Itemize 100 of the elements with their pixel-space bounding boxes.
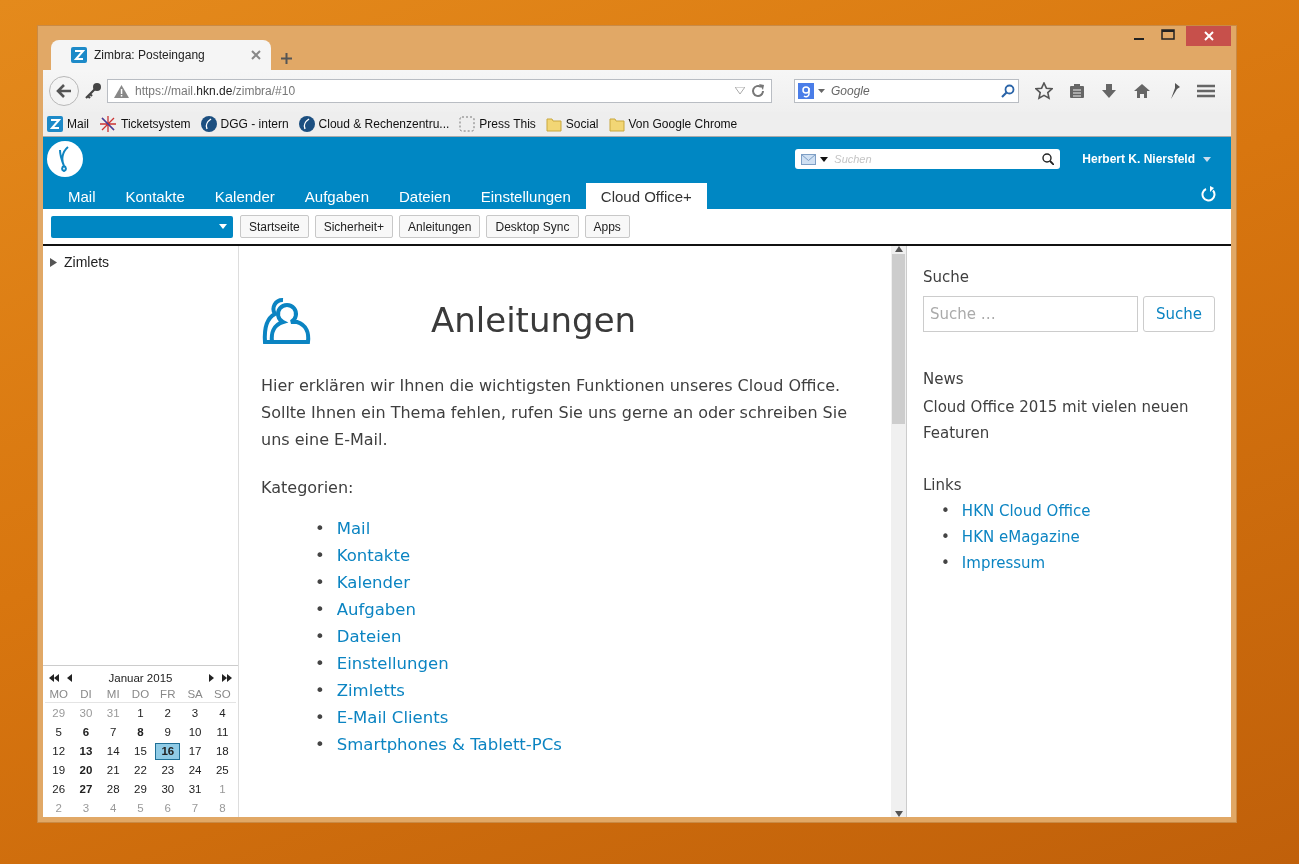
calendar-day[interactable]: 21 (100, 762, 126, 779)
calendar-day[interactable]: 17 (182, 743, 208, 760)
calendar-day[interactable]: 30 (155, 781, 181, 798)
search-button[interactable]: Suche (1143, 296, 1215, 332)
logo-icon[interactable] (47, 141, 83, 177)
zimbra-icon (47, 116, 63, 132)
nav-tab[interactable]: Kalender (199, 183, 290, 209)
caret-icon (820, 156, 829, 162)
calendar-day[interactable]: 15 (127, 743, 154, 760)
nav-tab[interactable]: Mail (53, 183, 111, 209)
nav-tab[interactable]: Dateien (384, 183, 466, 209)
scrollbar[interactable] (891, 246, 906, 817)
close-button[interactable] (1186, 26, 1231, 46)
warning-icon (114, 84, 129, 98)
google-icon (798, 83, 814, 99)
calendar-day[interactable]: 20 (73, 762, 99, 779)
down-arrow-icon[interactable] (894, 811, 903, 817)
tree-item[interactable]: Zimlets (43, 246, 238, 278)
calendar-day[interactable]: 16 (155, 743, 181, 760)
calendar-day[interactable]: 27 (73, 781, 99, 798)
close-icon[interactable] (251, 50, 261, 60)
calendar-day[interactable]: 19 (46, 762, 72, 779)
calendar-day[interactable]: 23 (155, 762, 181, 779)
category-link[interactable]: Kalender (336, 569, 410, 596)
left-icon[interactable] (67, 674, 72, 682)
weekday-label: MO (45, 688, 73, 703)
home-icon[interactable] (1133, 83, 1151, 99)
bookmark[interactable]: DGG - intern (200, 116, 289, 132)
category-link[interactable]: Aufgaben (336, 596, 416, 623)
user-menu[interactable]: Herbert K. Niersfeld (1082, 152, 1211, 166)
calendar-day[interactable]: 10 (182, 724, 208, 741)
collapsed-triangle-icon[interactable] (49, 257, 58, 267)
calendar-day[interactable]: 11 (209, 724, 235, 741)
search-field[interactable]: Suche … (923, 296, 1138, 332)
calendar-day[interactable]: 5 (46, 724, 72, 741)
search-bar[interactable]: Google (794, 79, 1019, 103)
double-right-icon[interactable] (222, 674, 232, 682)
reload-icon[interactable] (751, 84, 765, 98)
category-link[interactable]: Smartphones & Tablett-PCs (336, 731, 562, 758)
calendar-day[interactable]: 9 (155, 724, 181, 741)
browser-tab[interactable]: Zimbra: Posteingang (51, 40, 271, 70)
calendar-day[interactable]: 1 (127, 705, 154, 722)
toolbar-button[interactable]: Apps (584, 215, 630, 238)
clipboard-icon[interactable] (1069, 83, 1085, 99)
category-link[interactable]: Einstellungen (336, 650, 449, 677)
nav-tab[interactable]: Cloud Office+ (585, 183, 707, 209)
calendar-day[interactable]: 8 (127, 724, 154, 741)
sidebar-link[interactable]: Impressum (961, 550, 1046, 576)
search-bar[interactable]: Suchen (795, 149, 1061, 169)
refresh-icon[interactable] (1201, 186, 1217, 202)
download-icon[interactable] (1101, 83, 1117, 99)
nav-tab[interactable]: Kontakte (110, 183, 200, 209)
double-left-icon[interactable] (49, 674, 59, 682)
calendar-day[interactable]: 13 (73, 743, 99, 760)
nav-tab[interactable]: Einstellungen (465, 183, 586, 209)
category-link[interactable]: Dateien (336, 623, 402, 650)
calendar-day[interactable]: 25 (209, 762, 235, 779)
sidebar-link[interactable]: HKN Cloud Office (961, 498, 1091, 524)
bookmark[interactable]: Press This (459, 116, 536, 132)
sidebar-link[interactable]: HKN eMagazine (961, 524, 1080, 550)
category-link[interactable]: E-Mail Clients (336, 704, 449, 731)
category-link[interactable]: Zimletts (336, 677, 405, 704)
key-icon[interactable] (83, 82, 103, 100)
calendar-day[interactable]: 28 (100, 781, 126, 798)
calendar-day[interactable]: 7 (100, 724, 126, 741)
calendar-day[interactable]: 29 (127, 781, 154, 798)
calendar-day[interactable]: 22 (127, 762, 154, 779)
bookmark[interactable]: Mail (47, 116, 89, 132)
dropdown[interactable] (51, 215, 233, 238)
quill-icon (200, 116, 217, 132)
category-link[interactable]: Kontakte (336, 542, 411, 569)
back-button[interactable] (49, 76, 79, 106)
star-icon[interactable] (1035, 82, 1053, 100)
right-icon[interactable] (209, 674, 214, 682)
toolbar-button[interactable]: Startseite (240, 215, 309, 238)
section-heading: Links (923, 476, 963, 494)
calendar-day[interactable]: 12 (46, 743, 72, 760)
menu-icon[interactable] (1197, 84, 1215, 98)
calendar-day[interactable]: 18 (209, 743, 235, 760)
calendar-day[interactable]: 31 (182, 781, 208, 798)
nav-tab[interactable]: Aufgaben (289, 183, 384, 209)
bookmark[interactable]: Social (545, 116, 599, 132)
toolbar-button[interactable]: Anleitungen (399, 215, 481, 238)
calendar-day[interactable]: 4 (209, 705, 235, 722)
category-link[interactable]: Mail (336, 515, 371, 542)
bookmark[interactable]: Von Google Chrome (608, 116, 738, 132)
toolbar-button[interactable]: Desktop Sync (486, 215, 579, 238)
calendar-day[interactable]: 14 (100, 743, 126, 760)
url-field[interactable]: https://mail.hkn.de/zimbra/#10 (107, 79, 772, 103)
bullet: • (315, 518, 325, 540)
bookmark[interactable]: Ticketsystem (99, 115, 191, 133)
toolbar-button[interactable]: Sicherheit+ (314, 215, 394, 238)
calendar-day[interactable]: 3 (182, 705, 208, 722)
up-arrow-icon[interactable] (894, 246, 903, 252)
new-tab-icon[interactable] (281, 53, 292, 64)
calendar-day[interactable]: 26 (46, 781, 72, 798)
calendar-day[interactable]: 2 (155, 705, 181, 722)
calendar-day[interactable]: 6 (73, 724, 99, 741)
bookmark[interactable]: Cloud & Rechenzentru... (298, 116, 450, 132)
calendar-day[interactable]: 24 (182, 762, 208, 779)
